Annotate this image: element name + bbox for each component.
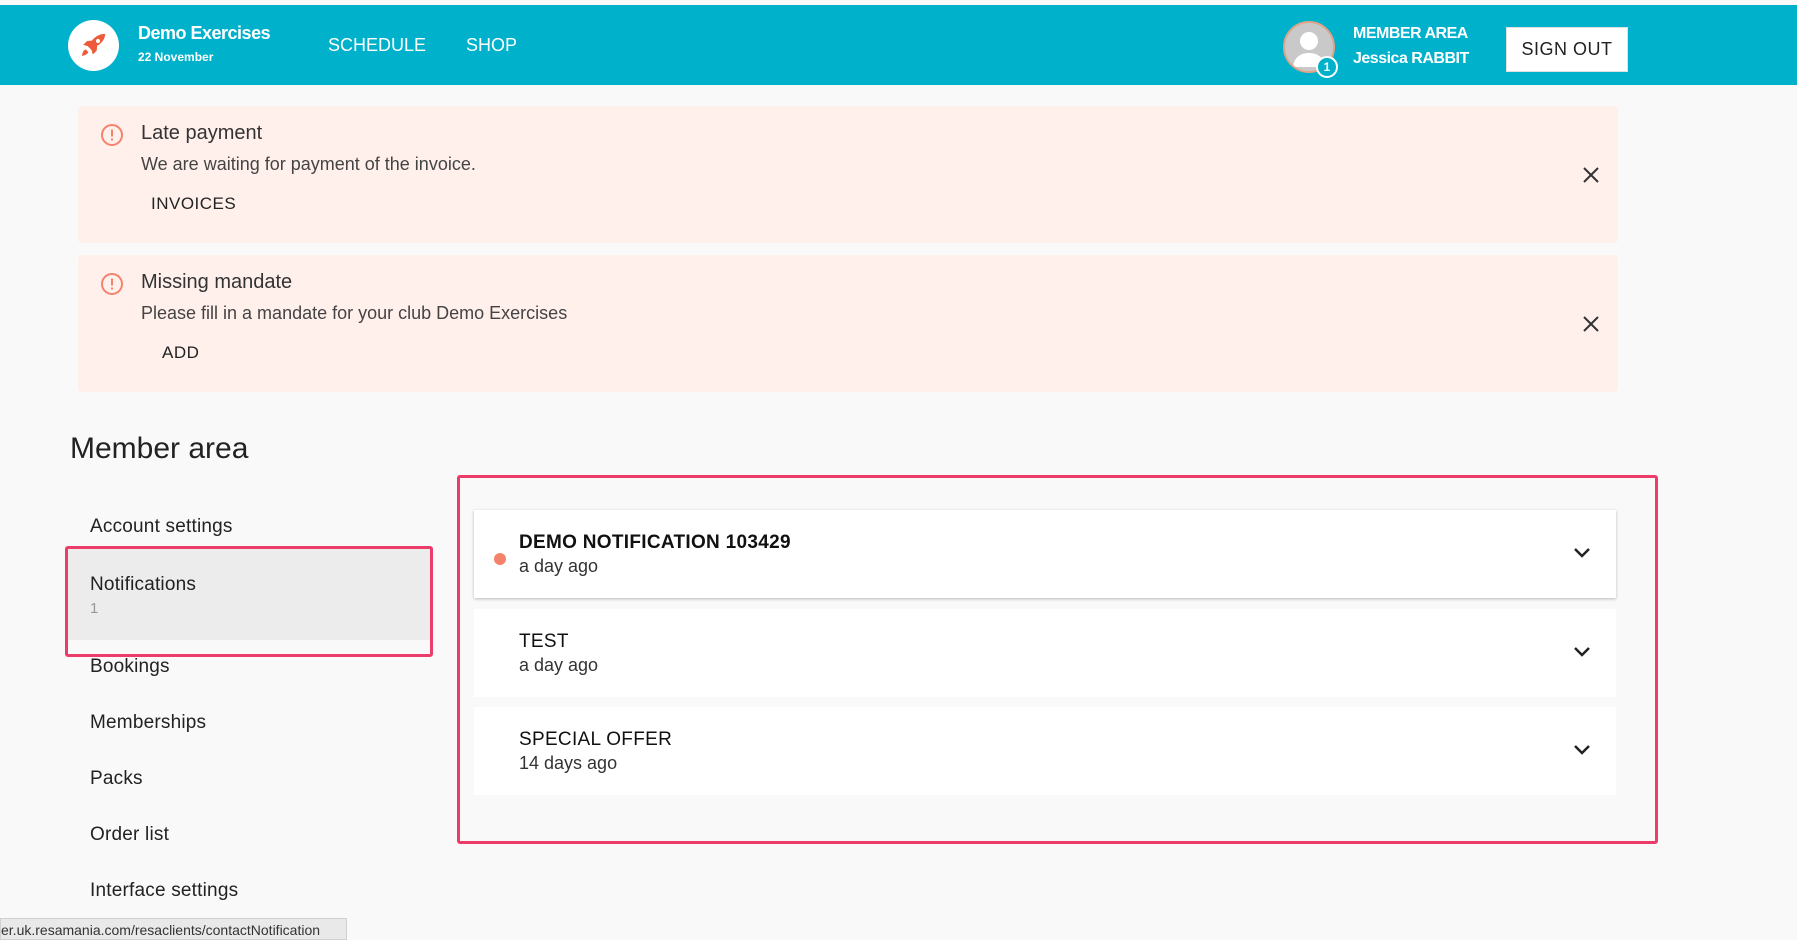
sidebar-item-memberships[interactable]: Memberships [90, 712, 206, 734]
alert-message: We are waiting for payment of the invoic… [141, 154, 476, 174]
highlight-box-notifications [457, 475, 1658, 844]
highlight-box-sidebar [65, 546, 433, 657]
close-icon[interactable] [1581, 165, 1601, 185]
sign-out-button[interactable]: SIGN OUT [1506, 27, 1628, 72]
alert-circle-icon [101, 124, 123, 146]
sidebar-item-order-list[interactable]: Order list [90, 824, 169, 846]
alert-title: Missing mandate [141, 271, 293, 293]
sidebar-item-packs[interactable]: Packs [90, 768, 143, 790]
sidebar-item-interface-settings[interactable]: Interface settings [90, 880, 238, 902]
invoices-button[interactable]: INVOICES [151, 194, 236, 214]
notification-count-badge: 1 [1316, 56, 1338, 78]
nav-shop[interactable]: SHOP [466, 35, 517, 56]
alert-circle-icon [101, 273, 123, 295]
nav-schedule[interactable]: SCHEDULE [328, 35, 426, 56]
sidebar-item-account-settings[interactable]: Account settings [90, 516, 233, 538]
page-title: Member area [70, 432, 249, 465]
close-icon[interactable] [1581, 314, 1601, 334]
club-name: Demo Exercises [138, 23, 271, 43]
club-logo[interactable] [68, 20, 119, 71]
alert-title: Late payment [141, 122, 263, 144]
club-date: 22 November [138, 50, 214, 64]
alert-late-payment: Late payment We are waiting for payment … [78, 106, 1618, 243]
sidebar-item-bookings[interactable]: Bookings [90, 656, 170, 678]
alert-missing-mandate: Missing mandate Please fill in a mandate… [78, 255, 1618, 392]
browser-status-url: er.uk.resamania.com/resaclients/contactN… [0, 918, 347, 940]
alert-message: Please fill in a mandate for your club D… [141, 303, 568, 323]
member-area-link[interactable]: MEMBER AREA [1353, 25, 1468, 43]
rocket-icon [81, 33, 106, 56]
member-name: Jessica RABBIT [1353, 50, 1469, 67]
top-header: Demo Exercises 22 November SCHEDULE SHOP… [0, 5, 1797, 85]
add-mandate-button[interactable]: ADD [162, 343, 199, 363]
